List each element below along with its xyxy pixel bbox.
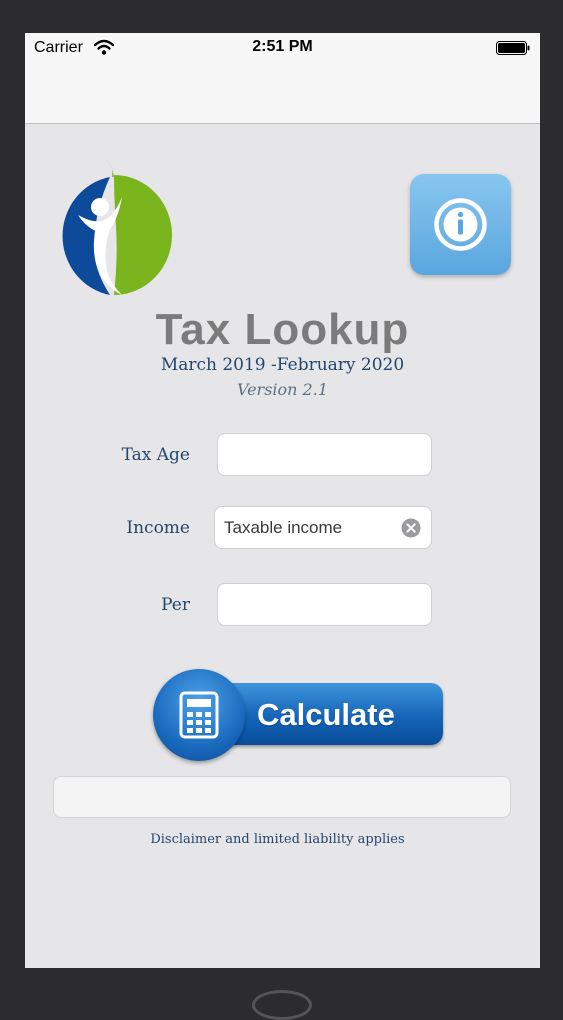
per-label: Per	[161, 595, 190, 615]
app-screen: Carrier 2:51 PM Tax Lookup March 2019 -F…	[25, 33, 540, 968]
person-logo-icon	[62, 159, 172, 295]
tax-period: March 2019 -February 2020	[160, 355, 405, 375]
battery-icon	[496, 41, 530, 55]
app-title: Tax Lookup	[155, 305, 410, 354]
calculator-icon	[179, 691, 219, 739]
calculate-button-circle	[153, 669, 245, 761]
income-input[interactable]	[214, 506, 432, 549]
tax-age-label: Tax Age	[121, 445, 190, 465]
income-label: Income	[126, 518, 190, 538]
status-bar: Carrier 2:51 PM	[25, 33, 540, 63]
per-input[interactable]	[217, 583, 432, 626]
app-version: Version 2.1	[237, 380, 328, 399]
tax-age-input[interactable]	[217, 433, 432, 476]
disclaimer-link[interactable]: Disclaimer and limited liability applies	[25, 832, 530, 847]
navigation-bar	[25, 63, 540, 124]
calculate-button[interactable]: Calculate	[153, 669, 445, 761]
info-icon	[434, 198, 487, 251]
clear-icon[interactable]	[401, 518, 421, 538]
result-box	[53, 776, 511, 818]
status-time: 2:51 PM	[252, 38, 313, 55]
calculate-label: Calculate	[257, 697, 395, 732]
info-button[interactable]	[410, 174, 511, 275]
home-button[interactable]	[252, 990, 312, 1020]
